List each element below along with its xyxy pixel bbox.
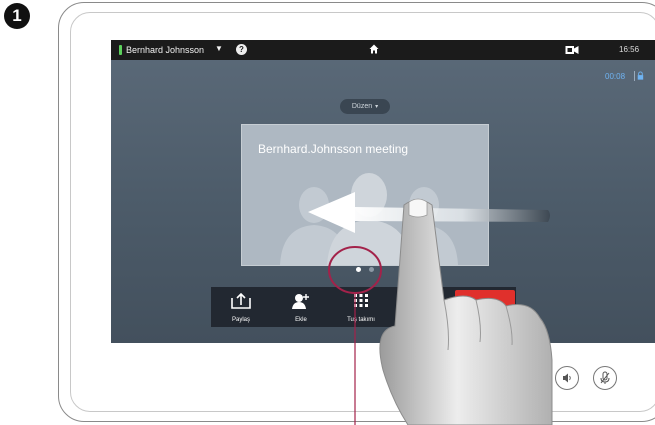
page-dot-active[interactable] [356,267,361,272]
participants-silhouette-icon [280,173,458,265]
add-participant-icon [292,294,309,309]
share-label: Paylaş [231,317,250,323]
layout-button-label: Düzen [351,103,373,110]
mute-button[interactable] [593,366,617,390]
page-dot-inactive[interactable] [369,267,374,272]
help-icon[interactable]: ? [236,44,247,55]
layout-chevron-icon: ▾ [375,104,379,110]
touch-screen: Bernhard Johnsson ▼ ? 16:56 00:08 Düzen … [111,40,655,343]
camera-icon[interactable] [565,45,579,55]
meeting-card[interactable]: Bernhard.Johnsson meeting [241,124,489,266]
volume-icon [563,373,571,383]
volume-button[interactable] [555,366,579,390]
layout-button[interactable]: Düzen ▾ [340,99,390,114]
keypad-icon [354,294,368,307]
step-number-badge: 1 [4,3,30,29]
user-name[interactable]: Bernhard Johnsson [126,45,204,55]
end-call-button[interactable]: Son [455,290,515,323]
clock: 16:56 [619,45,640,54]
presence-indicator [119,45,122,55]
home-icon[interactable] [369,44,379,54]
user-menu-chevron-icon[interactable]: ▼ [215,44,223,53]
keypad-button[interactable]: Tuş takımı [331,287,391,327]
keypad-label: Tuş takımı [347,317,375,323]
add-label: Ekle [295,317,307,323]
lock-icon [634,71,644,81]
mute-microphone-icon [600,371,610,384]
share-icon [231,293,251,309]
call-duration: 00:08 [605,72,626,81]
status-bar: Bernhard Johnsson ▼ ? 16:56 [111,40,655,60]
add-participant-button[interactable]: Ekle [271,287,331,327]
share-button[interactable]: Paylaş [211,287,271,327]
